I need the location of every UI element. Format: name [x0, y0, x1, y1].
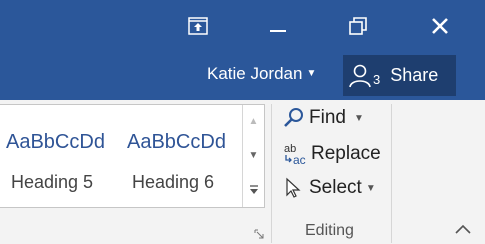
- select-button[interactable]: Select ▼: [283, 177, 376, 199]
- ribbon-display-options-icon[interactable]: [178, 10, 218, 42]
- user-name: Katie Jordan: [207, 64, 303, 83]
- share-button[interactable]: 3 Share: [343, 55, 456, 96]
- chevron-down-icon: ▼: [306, 68, 317, 79]
- style-sample-heading-5[interactable]: AaBbCcDd: [6, 131, 105, 154]
- find-label: Find: [309, 107, 346, 128]
- style-name-heading-5[interactable]: Heading 5: [11, 172, 93, 193]
- styles-gallery: AaBbCcDd Heading 5 AaBbCcDd Heading 6 ▲ …: [0, 104, 265, 208]
- chevron-down-icon: ▼: [353, 112, 364, 124]
- share-count: 3: [373, 72, 381, 87]
- replace-button[interactable]: ab ac Replace: [283, 142, 381, 166]
- svg-text:ac: ac: [293, 153, 306, 166]
- gallery-more-icon[interactable]: [243, 173, 264, 206]
- share-label: Share: [390, 65, 439, 85]
- group-separator: [271, 104, 272, 243]
- select-label: Select: [309, 177, 362, 198]
- scroll-down-icon[interactable]: ▼: [243, 139, 264, 172]
- style-sample-heading-6[interactable]: AaBbCcDd: [127, 131, 226, 154]
- scroll-up-icon[interactable]: ▲: [243, 105, 264, 138]
- collapse-ribbon-icon[interactable]: [454, 222, 472, 241]
- people-icon: [349, 64, 371, 88]
- restore-window-icon[interactable]: [338, 10, 378, 42]
- close-icon[interactable]: [420, 10, 460, 42]
- style-name-heading-6[interactable]: Heading 6: [132, 172, 214, 193]
- cursor-icon: [283, 177, 303, 199]
- editing-group-label: Editing: [305, 222, 354, 239]
- replace-label: Replace: [311, 143, 381, 164]
- gallery-scrollbar: ▲ ▼: [242, 105, 264, 207]
- group-separator: [391, 104, 392, 243]
- find-button[interactable]: Find ▼: [283, 107, 364, 129]
- dialog-launcher-icon[interactable]: [254, 226, 264, 244]
- minimize-icon[interactable]: [258, 10, 298, 42]
- title-bar: Katie Jordan ▼ 3 Share: [0, 0, 485, 100]
- replace-icon: ab ac: [283, 142, 307, 166]
- user-account-button[interactable]: Katie Jordan ▼: [207, 64, 316, 84]
- chevron-down-icon: ▼: [365, 182, 376, 194]
- search-icon: [283, 107, 305, 129]
